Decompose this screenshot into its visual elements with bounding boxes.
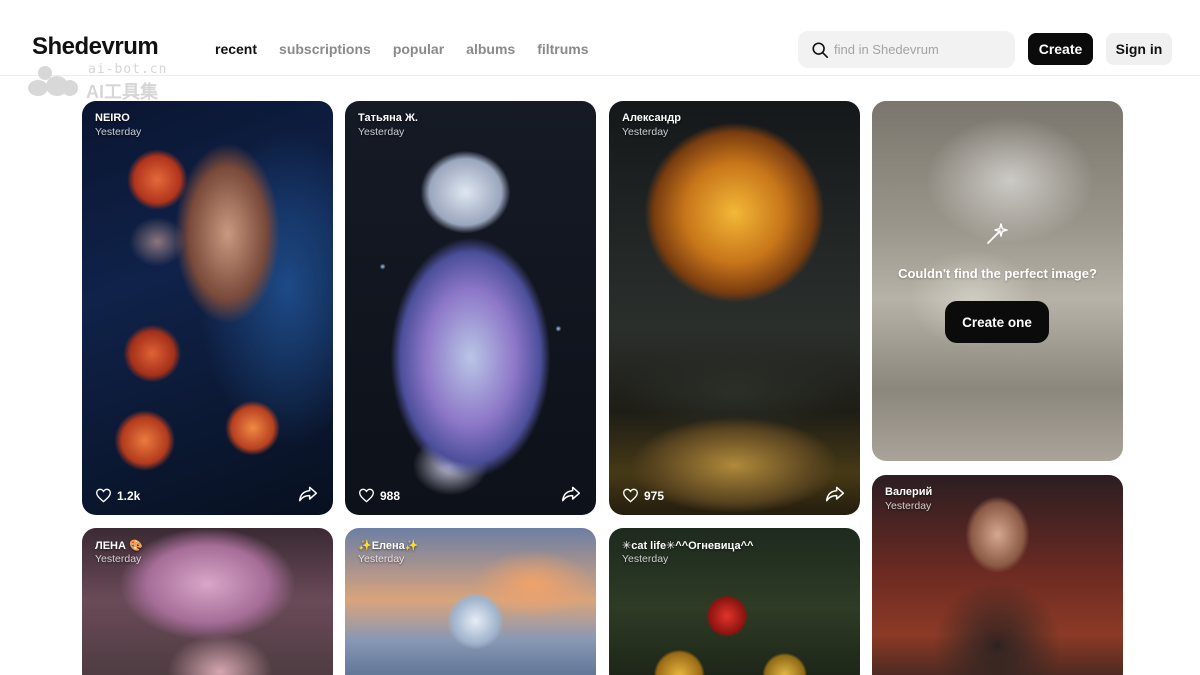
create-button[interactable]: Create [1028,33,1093,65]
share-icon[interactable] [298,485,318,503]
logo[interactable]: Shedevrum [32,33,159,61]
nav-recent[interactable]: recent [215,41,257,57]
image-card[interactable]: ✨Елена✨ Yesterday [345,528,596,675]
cta-message: Couldn't find the perfect image? [898,266,1097,281]
heart-icon [622,488,639,503]
heart-icon [358,488,375,503]
heart-icon [95,488,112,503]
card-author[interactable]: NEIRO [95,112,130,124]
card-time: Yesterday [358,126,405,138]
create-prompt: Couldn't find the perfect image? Create … [872,101,1123,461]
like-button[interactable]: 975 [622,488,664,503]
image-card[interactable]: ЛЕНА 🎨 Yesterday [82,528,333,675]
create-one-button[interactable]: Create one [945,301,1049,343]
image-card[interactable]: NEIRO Yesterday 1.2k [82,101,333,515]
card-time: Yesterday [95,126,142,138]
nav-popular[interactable]: popular [393,41,444,57]
card-time: Yesterday [95,553,142,565]
share-icon[interactable] [561,485,581,503]
search-icon [812,41,829,58]
card-time: Yesterday [622,553,669,565]
card-time: Yesterday [885,500,932,512]
card-author[interactable]: ✨Елена✨ [358,539,418,552]
top-header: Shedevrum recent subscriptions popular a… [0,0,1200,76]
like-count: 1.2k [117,488,141,503]
card-time: Yesterday [358,553,405,565]
card-author[interactable]: ЛЕНА 🎨 [95,539,143,552]
share-icon[interactable] [825,485,845,503]
main-nav: recent subscriptions popular albums filt… [215,41,611,57]
nav-albums[interactable]: albums [466,41,515,57]
create-prompt-card: Couldn't find the perfect image? Create … [872,101,1123,461]
image-card[interactable]: Татьяна Ж. Yesterday 988 [345,101,596,515]
search-input[interactable] [834,42,1004,57]
card-time: Yesterday [622,126,669,138]
card-author[interactable]: Александр [622,112,681,124]
card-author[interactable]: Валерий [885,486,932,498]
card-author[interactable]: Татьяна Ж. [358,112,418,124]
image-card[interactable]: ✳cat life✳^^Огневица^^ Yesterday [609,528,860,675]
card-author[interactable]: ✳cat life✳^^Огневица^^ [622,539,753,552]
like-button[interactable]: 988 [358,488,400,503]
image-card[interactable]: Александр Yesterday 975 [609,101,860,515]
image-card[interactable]: Валерий Yesterday [872,475,1123,675]
nav-subscriptions[interactable]: subscriptions [279,41,371,57]
search-bar[interactable] [798,31,1015,68]
like-button[interactable]: 1.2k [95,488,140,503]
like-count: 975 [644,488,665,503]
nav-filtrums[interactable]: filtrums [537,41,588,57]
like-count: 988 [380,488,401,503]
sparkle-wand-icon [987,223,1008,244]
sign-in-button[interactable]: Sign in [1106,33,1172,65]
